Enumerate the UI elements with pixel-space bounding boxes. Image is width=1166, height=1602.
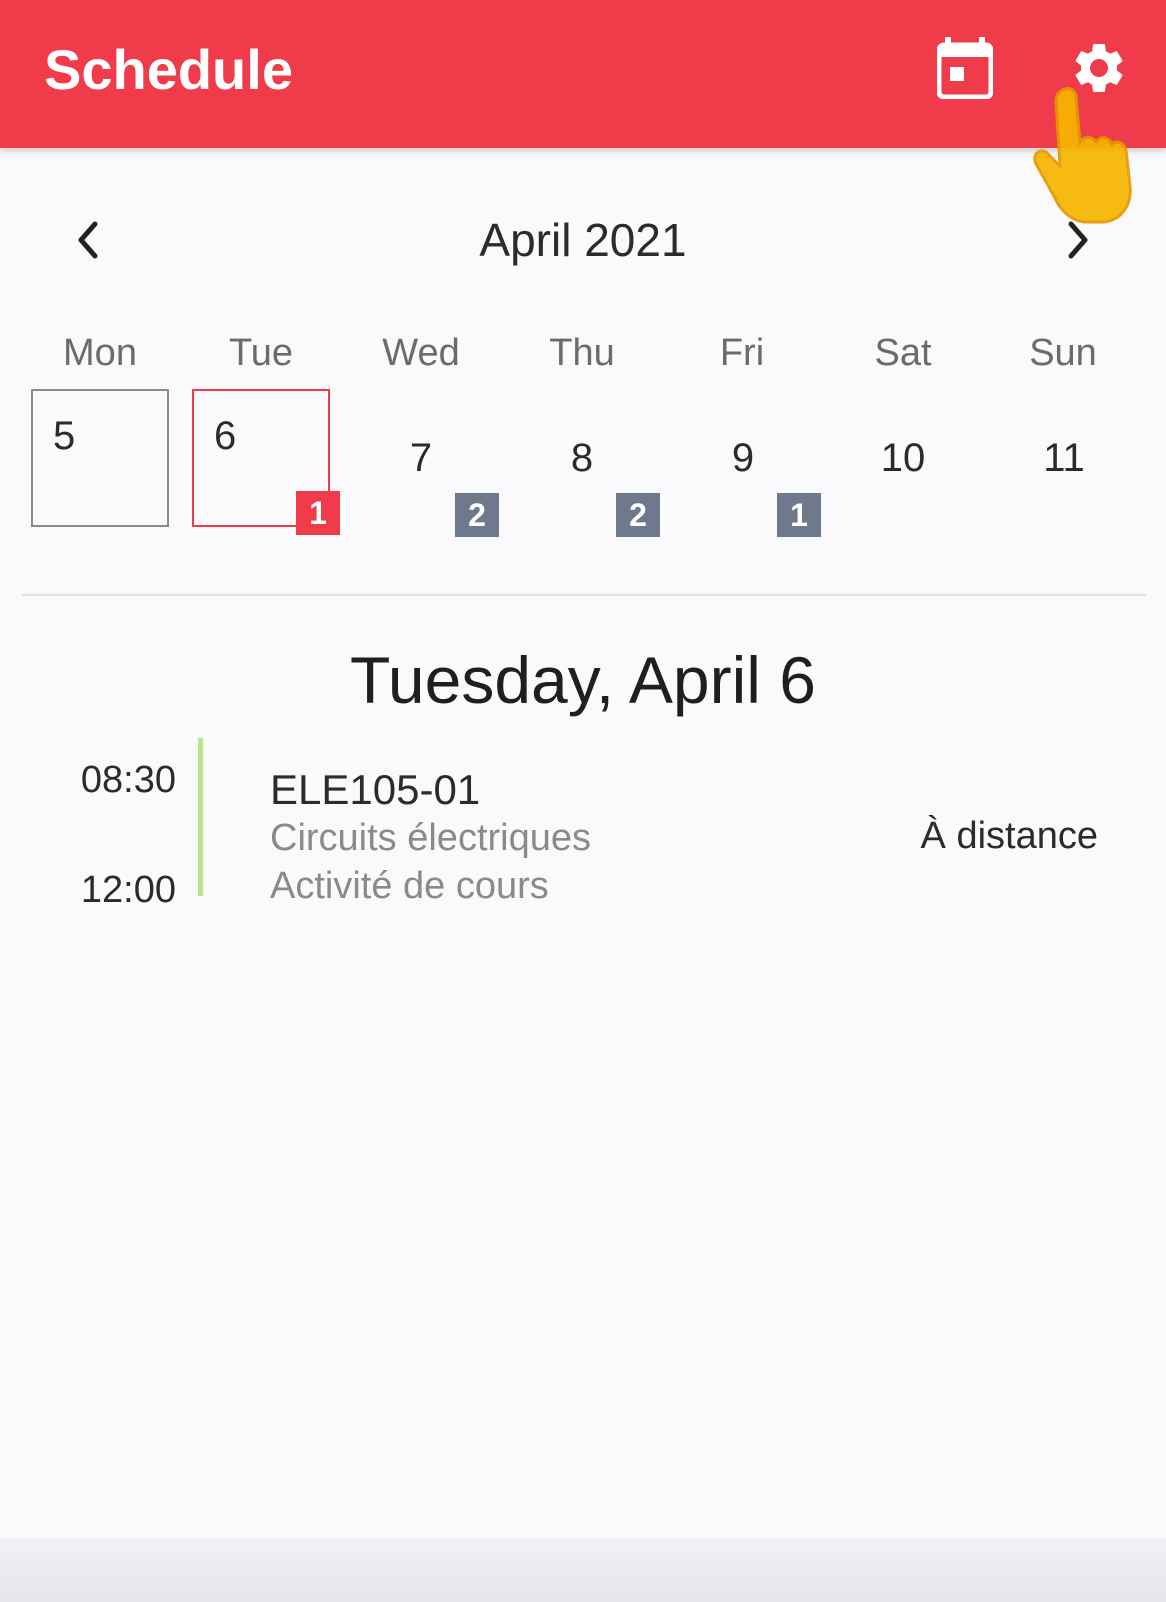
- day-number: 11: [1043, 436, 1085, 480]
- month-label: April 2021: [479, 214, 687, 266]
- settings-button[interactable]: [1063, 30, 1135, 106]
- bottom-edge: [0, 1538, 1166, 1602]
- calendar-today-icon: [937, 37, 993, 99]
- today-button[interactable]: [929, 30, 1001, 106]
- weekday-label-mon: Mon: [63, 332, 137, 374]
- day-cell-8[interactable]: 8 2: [513, 389, 660, 537]
- weekday-label-tue: Tue: [228, 332, 294, 374]
- event-activity-type: Activité de cours: [270, 865, 549, 907]
- selected-day-title: Tuesday, April 6: [350, 643, 816, 717]
- weekday-label-sun: Sun: [1029, 332, 1097, 374]
- day-number: 7: [409, 436, 433, 480]
- app-bar: Schedule: [0, 0, 1166, 148]
- day-cell-7[interactable]: 7 2: [352, 389, 499, 537]
- weekday-label-thu: Thu: [549, 332, 615, 374]
- event-count-badge: 1: [296, 491, 340, 535]
- day-number: 5: [53, 414, 76, 458]
- app-title: Schedule: [44, 38, 293, 101]
- event-start-time: 08:30: [80, 759, 176, 801]
- day-cell-6[interactable]: 6 1: [192, 389, 340, 535]
- month-navigation: April 2021: [0, 200, 1166, 280]
- day-cell-11[interactable]: 11: [995, 389, 1133, 527]
- weekday-label-sat: Sat: [874, 332, 932, 374]
- event-count-badge: 2: [616, 493, 660, 537]
- next-week-button[interactable]: [1052, 214, 1104, 266]
- day-number: 9: [731, 436, 755, 480]
- event-accent-bar: [198, 738, 203, 896]
- weekday-label-fri: Fri: [719, 332, 765, 374]
- event-count-badge: 2: [455, 493, 499, 537]
- event-item[interactable]: 08:30 12:00 ELE105-01 Circuits électriqu…: [0, 730, 1166, 911]
- day-number: 8: [570, 436, 594, 480]
- gear-icon: [1075, 44, 1123, 92]
- chevron-right-icon: [1068, 221, 1088, 259]
- event-end-time: 12:00: [80, 869, 176, 911]
- day-cell-5[interactable]: 5: [31, 389, 169, 527]
- day-cell-10[interactable]: 10: [834, 389, 972, 527]
- event-course-code: ELE105-01: [270, 766, 481, 813]
- day-number: 10: [880, 436, 926, 480]
- weekday-label-wed: Wed: [382, 332, 460, 374]
- day-cell-9[interactable]: 9 1: [674, 389, 821, 537]
- divider: [22, 594, 1146, 596]
- event-location: À distance: [920, 815, 1098, 857]
- event-course-name: Circuits électriques: [270, 817, 591, 859]
- event-count-badge: 1: [777, 493, 821, 537]
- day-number: 6: [214, 414, 237, 458]
